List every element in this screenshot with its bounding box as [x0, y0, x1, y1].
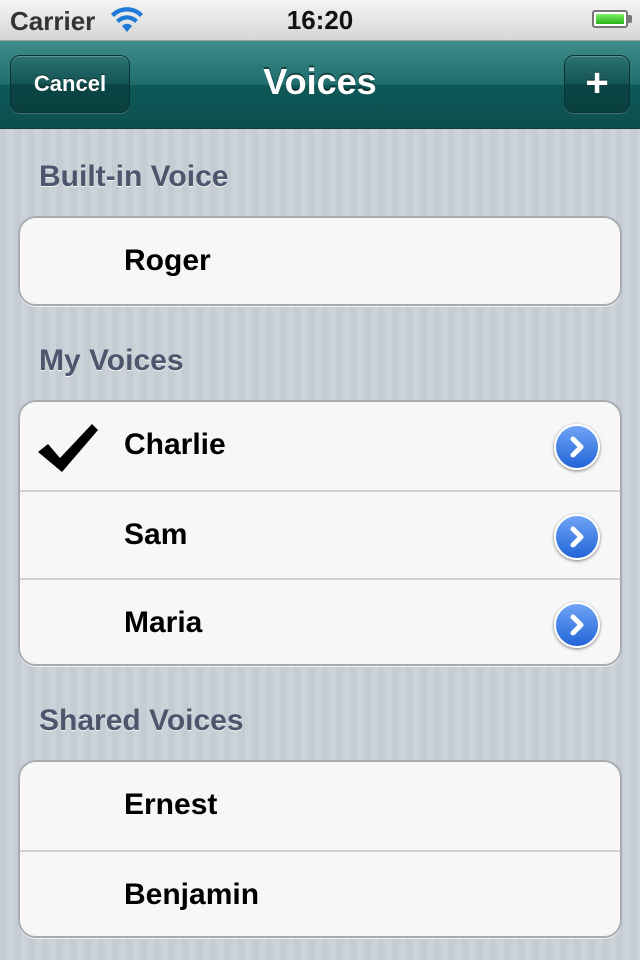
voice-label: Charlie: [124, 428, 226, 461]
my-voices-group: Charlie Sam Maria: [18, 400, 622, 666]
voice-label: Benjamin: [124, 878, 260, 911]
navigation-bar: Cancel Voices +: [0, 41, 640, 129]
add-voice-button[interactable]: +: [564, 55, 630, 113]
disclosure-icon[interactable]: [554, 514, 600, 560]
checkmark-icon: [38, 424, 98, 472]
section-header-builtin: Built-in Voice: [39, 160, 229, 193]
voice-label: Maria: [124, 606, 203, 639]
voice-row-sam[interactable]: Sam: [20, 490, 620, 578]
status-bar: Carrier 16:20: [0, 0, 640, 41]
disclosure-icon[interactable]: [554, 424, 600, 470]
voice-row-benjamin[interactable]: Benjamin: [20, 850, 620, 936]
voice-label: Ernest: [124, 788, 218, 821]
voice-label: Sam: [124, 518, 188, 551]
voice-row-charlie[interactable]: Charlie: [20, 402, 620, 490]
builtin-voice-group: Roger: [18, 216, 622, 306]
voice-row-maria[interactable]: Maria: [20, 578, 620, 664]
voice-row-ernest[interactable]: Ernest: [20, 762, 620, 850]
page-title: Voices: [263, 61, 377, 102]
battery-icon: [592, 10, 628, 28]
disclosure-icon[interactable]: [554, 602, 600, 648]
section-header-shared-voices: Shared Voices: [39, 704, 244, 737]
shared-voices-group: Ernest Benjamin: [18, 760, 622, 938]
clock: 16:20: [286, 5, 354, 35]
section-header-my-voices: My Voices: [39, 344, 184, 377]
battery-tip: [628, 15, 632, 23]
voice-label: Roger: [124, 244, 211, 277]
voice-row-roger[interactable]: Roger: [20, 218, 620, 304]
